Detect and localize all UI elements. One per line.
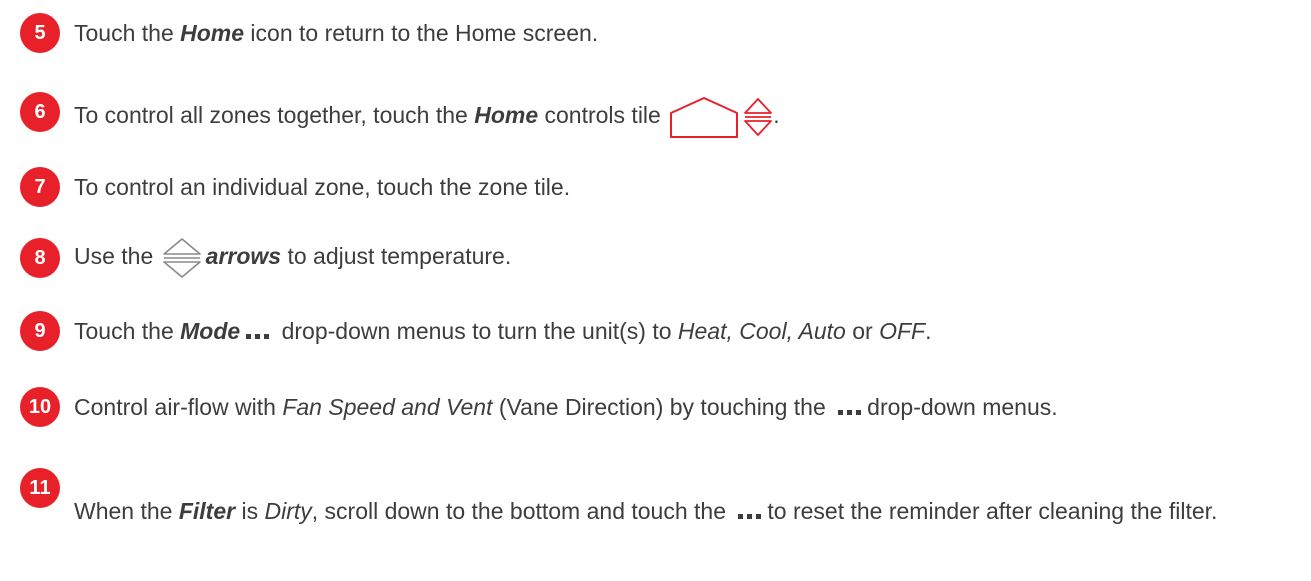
- step-text: To control all zones together, touch the…: [74, 95, 1284, 139]
- step-text: Use the arrows to adjust temperature.: [74, 236, 1284, 280]
- step-text-part: to adjust temperature.: [281, 243, 512, 270]
- step-text-part: .: [925, 318, 932, 344]
- step-number-badge: 11: [20, 468, 60, 508]
- step-text-part: icon to return to the Home screen.: [244, 20, 599, 46]
- step-text-part: drop-down menus to turn the unit(s) to: [275, 318, 678, 344]
- step-text: To control an individual zone, touch the…: [74, 170, 1284, 204]
- step-text: Touch the Home icon to return to the Hom…: [74, 16, 1284, 50]
- step-number-badge: 10: [20, 387, 60, 427]
- step-text-part: Touch the: [74, 20, 181, 46]
- home-outline-icon: [669, 95, 739, 139]
- step-text-part: or: [845, 318, 880, 344]
- step-number-badge: 7: [20, 167, 60, 207]
- step-text-part: , scroll down to the bottom and touch th…: [311, 498, 733, 524]
- more-dots-icon: [244, 314, 271, 348]
- step-emphasis: Filter: [178, 498, 236, 524]
- step-text-part: Use the: [74, 243, 160, 270]
- step-text-part: to reset the reminder after cleaning the…: [767, 498, 1218, 524]
- step-emphasis: OFF: [879, 318, 926, 344]
- step-number-badge: 8: [20, 238, 60, 278]
- step-text-part: Touch the: [74, 318, 181, 344]
- step-text-part: When the: [74, 498, 179, 524]
- step-text-part: is: [235, 498, 265, 524]
- up-down-arrows-icon: [162, 236, 202, 280]
- step-text-part: drop-down menus.: [867, 394, 1058, 420]
- step-text-part: .: [773, 102, 780, 129]
- step-text-part: (Vane Direction) by touching the: [492, 394, 833, 420]
- step-text-part: controls tile: [538, 102, 668, 129]
- step-emphasis: Dirty: [264, 498, 312, 524]
- step-emphasis: arrows: [205, 243, 282, 270]
- step-text-part: Control air-flow with: [74, 394, 283, 420]
- step-number-badge: 9: [20, 311, 60, 351]
- step-text: When the Filter is Dirty, scroll down to…: [74, 494, 1294, 530]
- step-emphasis: Home: [474, 102, 539, 129]
- step-text-part: To control an individual zone, touch the…: [74, 174, 571, 200]
- step-number-badge: 6: [20, 92, 60, 132]
- more-dots-icon: [836, 390, 863, 424]
- step-emphasis: Home: [180, 20, 245, 46]
- step-text-part: To control all zones together, touch the: [74, 102, 475, 129]
- up-down-arrows-icon: [743, 95, 773, 139]
- step-text: Touch the Mode drop-down menus to turn t…: [74, 314, 1284, 350]
- step-emphasis: Fan Speed and Vent: [282, 394, 493, 420]
- step-text: Control air-flow with Fan Speed and Vent…: [74, 390, 1074, 426]
- more-dots-icon: [736, 494, 763, 528]
- step-number-badge: 5: [20, 13, 60, 53]
- step-emphasis: Heat, Cool, Auto: [677, 318, 846, 344]
- step-emphasis: Mode: [180, 318, 241, 344]
